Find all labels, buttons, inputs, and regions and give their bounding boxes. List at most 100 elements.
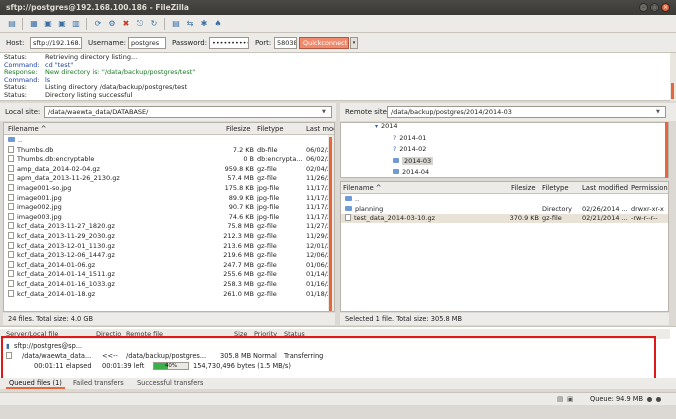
- remote-tree-node[interactable]: ? 2014-01: [393, 133, 426, 144]
- remote-tree-node[interactable]: ? 2014-02: [393, 144, 426, 155]
- local-site-bar: Local site: /data/waewta_data/DATABASE/ …: [0, 103, 336, 121]
- tab-failed-transfers[interactable]: Failed transfers: [70, 378, 127, 389]
- toggle-local-tree-icon[interactable]: ▣: [42, 18, 54, 30]
- remote-col-modified[interactable]: Last modified: [582, 182, 628, 194]
- tab-successful-transfers[interactable]: Successful transfers: [134, 378, 206, 389]
- local-file-row[interactable]: kcf_data_2013-12-06_1447.gz 219.6 MB gz-fi…: [4, 251, 334, 260]
- quickconnect-bar: Host: sftp://192.168. Username: postgres…: [0, 33, 676, 53]
- chevron-down-icon[interactable]: ▼: [322, 109, 326, 115]
- queue-col-priority[interactable]: Priority: [254, 329, 277, 339]
- toggle-queue-icon[interactable]: ▥: [70, 18, 82, 30]
- reconnect-icon[interactable]: ↻: [148, 18, 160, 30]
- remote-col-filetype[interactable]: Filetype: [542, 182, 569, 194]
- local-file-row[interactable]: kcf_data_2014-01-16_1033.gz 258.3 MB gz-fi…: [4, 280, 334, 289]
- queue-col-server[interactable]: Server/Local file: [6, 329, 58, 339]
- remote-col-permission[interactable]: Permission: [631, 182, 668, 194]
- local-file-row[interactable]: apm_data_2013-11-26_2130.gz 57.4 MB gz-fil…: [4, 174, 334, 183]
- refresh-icon[interactable]: ⟳: [92, 18, 104, 30]
- queue-col-size[interactable]: Size: [234, 329, 247, 339]
- minimize-button[interactable]: –: [639, 3, 648, 12]
- remote-site-path-input[interactable]: /data/backup/postgres/2014/2014-03: [387, 106, 666, 118]
- chevron-down-icon[interactable]: ▼: [656, 109, 660, 115]
- port-input[interactable]: 58038: [274, 37, 297, 49]
- local-site-path-input[interactable]: /data/waewta_data/DATABASE/: [44, 106, 332, 118]
- compare-icon[interactable]: ⇆: [184, 18, 196, 30]
- local-file-row[interactable]: amp_data_2014-02-04.gz 959.8 KB gz-file 02/…: [4, 164, 334, 174]
- site-manager-icon[interactable]: ▤: [6, 18, 18, 30]
- unknown-folder-icon: ?: [393, 134, 397, 142]
- local-file-row[interactable]: kcf_data_2013-12-01_1130.gz 213.6 MB gz-fi…: [4, 241, 334, 251]
- local-file-row[interactable]: kcf_data_2014-01-18.gz 261.0 MB gz-file 01/…: [4, 289, 334, 299]
- sync-browse-icon[interactable]: ✱: [198, 18, 210, 30]
- filter-icon[interactable]: ▤: [170, 18, 182, 30]
- process-queue-icon[interactable]: ⚙: [106, 18, 118, 30]
- toggle-log-icon[interactable]: ▦: [28, 18, 40, 30]
- disconnect-icon[interactable]: ⎋: [134, 18, 146, 30]
- queue-size: 305.8 MB: [220, 352, 252, 360]
- local-file-name: image002.jpg: [8, 203, 218, 212]
- queue-col-status[interactable]: Status: [284, 329, 305, 339]
- quickconnect-history-dropdown[interactable]: ▾: [350, 37, 358, 49]
- file-icon: [8, 289, 14, 297]
- host-input[interactable]: sftp://192.168.: [30, 37, 82, 49]
- remote-file-size: 370.9 KB: [509, 214, 539, 223]
- remote-tree-node[interactable]: 2014-04: [393, 167, 429, 177]
- remote-file-row[interactable]: test_data_2014-03-10.gz 370.9 KB gz-file 02…: [341, 214, 668, 224]
- local-col-filesize[interactable]: Filesize: [226, 123, 251, 135]
- password-input[interactable]: ••••••••••: [209, 37, 249, 49]
- local-file-type: db-file: [257, 145, 278, 154]
- remote-file-list[interactable]: Filename ^ Filesize Filetype Last modifi…: [340, 181, 669, 312]
- close-button[interactable]: ×: [661, 3, 670, 12]
- maximize-button[interactable]: □: [650, 3, 659, 12]
- local-file-row[interactable]: image002.jpg 90.7 KB jpg-file 11/17/20: [4, 203, 334, 212]
- search-icon[interactable]: ♠: [212, 18, 224, 30]
- local-file-row[interactable]: ..: [4, 136, 334, 145]
- queue-server-row[interactable]: ▮ sftp://postgres@sp...: [0, 341, 650, 351]
- remote-col-filesize[interactable]: Filesize: [511, 182, 536, 194]
- local-scrollbar[interactable]: [328, 135, 334, 311]
- remote-tree-node[interactable]: ▾ 2014: [375, 122, 398, 132]
- local-col-filename[interactable]: Filename ^: [8, 123, 47, 135]
- remote-file-row[interactable]: ..: [341, 195, 668, 204]
- local-file-row[interactable]: Thumbs.db 7.2 KB db-file 06/02/20: [4, 145, 334, 155]
- username-input[interactable]: postgres: [128, 37, 166, 49]
- status-bar: ▤ ▣ Queue: 94.9 MB: [0, 392, 676, 405]
- remote-tree-label: 2014: [381, 122, 398, 130]
- local-file-row[interactable]: image003.jpg 74.6 KB jpg-file 11/17/20: [4, 212, 334, 222]
- local-file-name: kcf_data_2014-01-16_1033.gz: [8, 280, 218, 289]
- file-icon: [8, 174, 14, 182]
- local-file-name-text: Thumbs.db:encryptable: [17, 155, 95, 164]
- remote-col-filename[interactable]: Filename ^: [343, 182, 382, 194]
- local-col-modified[interactable]: Last mod: [306, 123, 334, 135]
- queue-time-left: 00:01:39 left: [102, 362, 145, 370]
- message-log[interactable]: Status: Retrieving directory listing... Co…: [0, 53, 670, 101]
- queue-col-direction[interactable]: Directio: [96, 329, 121, 339]
- local-file-row[interactable]: image001-so.jpg 175.8 KB jpg-file 11/17/20: [4, 184, 334, 193]
- local-file-size: 219.6 MB: [223, 251, 254, 260]
- local-file-row[interactable]: kcf_data_2013-11-29_2030.gz 212.3 MB gz-fi…: [4, 232, 334, 241]
- server-icon: ▮: [6, 342, 10, 350]
- remote-tree-node[interactable]: 2014-03: [393, 156, 434, 167]
- local-file-row[interactable]: Thumbs.db:encryptable 0 Bdb:encrypta... 06…: [4, 155, 334, 164]
- remote-file-row[interactable]: planning Directory 02/26/2014 ... drwxr-xr-…: [341, 205, 668, 214]
- remote-file-permission: -rw-r--r--: [631, 214, 658, 223]
- local-file-name: kcf_data_2013-11-29_2030.gz: [8, 232, 218, 241]
- cancel-icon[interactable]: ✖: [120, 18, 132, 30]
- quickconnect-button[interactable]: Quickconnect: [299, 37, 349, 49]
- local-file-list[interactable]: Filename ^ Filesize Filetype Last mod ..…: [3, 122, 335, 312]
- local-file-name-text: kcf_data_2013-12-06_1447.gz: [17, 251, 115, 260]
- toggle-remote-tree-icon[interactable]: ▣: [56, 18, 68, 30]
- remote-file-type: gz-file: [542, 214, 562, 223]
- local-file-name-text: amp_data_2014-02-04.gz: [17, 164, 100, 173]
- tab-queued-files[interactable]: Queued files (1): [6, 378, 65, 389]
- local-file-row[interactable]: kcf_data_2014-01-06.gz 247.7 MB gz-file 01/…: [4, 260, 334, 270]
- remote-file-name: test_data_2014-03-10.gz: [345, 214, 505, 223]
- message-log-scrollbar[interactable]: [670, 53, 676, 101]
- queue-file-row[interactable]: /data/waewta_data... <<-- /data/backup/p…: [0, 351, 650, 361]
- local-col-filetype[interactable]: Filetype: [257, 123, 284, 135]
- local-file-row[interactable]: image001.jpg 89.9 KB jpg-file 11/17/20: [4, 193, 334, 203]
- local-file-row[interactable]: kcf_data_2014-01-14_1511.gz 255.6 MB gz-fi…: [4, 270, 334, 279]
- remote-directory-tree[interactable]: ▾ 2014? 2014-01? 2014-02 2014-03 2014-04: [340, 122, 669, 178]
- queue-col-remote[interactable]: Remote file: [126, 329, 163, 339]
- local-file-row[interactable]: kcf_data_2013-11-27_1820.gz 75.8 MB gz-fil…: [4, 222, 334, 231]
